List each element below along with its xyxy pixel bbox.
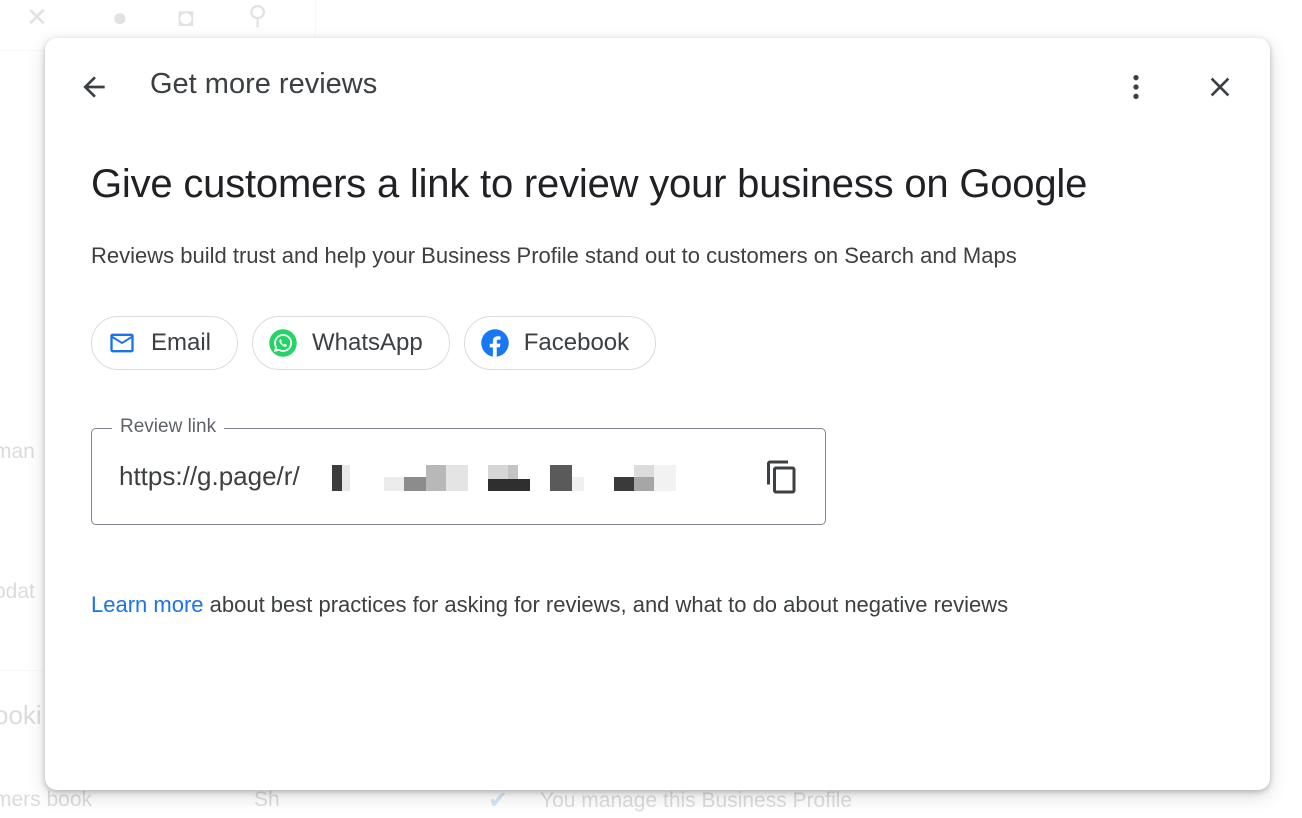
more-vert-icon [1133, 75, 1139, 99]
search-icon: ⚲ [248, 0, 268, 30]
learn-more-text: Learn more about best practices for aski… [91, 592, 1008, 618]
redacted-link-part [332, 465, 682, 491]
whatsapp-icon [267, 327, 299, 359]
background-verified-text: You manage this Business Profile [540, 789, 853, 812]
copy-icon [767, 460, 796, 494]
share-facebook-button[interactable]: Facebook [463, 316, 657, 370]
review-link-label: Review link [112, 416, 225, 438]
share-whatsapp-label: WhatsApp [312, 329, 423, 356]
microphone-icon: ● [112, 2, 128, 32]
share-email-button[interactable]: Email [91, 316, 239, 370]
arrow-back-icon [83, 76, 105, 98]
share-whatsapp-button[interactable]: WhatsApp [252, 316, 450, 370]
dialog-title: Get more reviews [150, 68, 378, 100]
close-icon: ✕ [26, 2, 48, 32]
background-label: Sh [254, 788, 280, 811]
dialog-headline: Give customers a link to review your bus… [91, 162, 1088, 206]
background-label: ooki [0, 700, 42, 730]
share-facebook-label: Facebook [523, 329, 630, 356]
facebook-icon [479, 327, 511, 359]
copy-link-button[interactable] [758, 453, 806, 501]
more-options-button[interactable] [1112, 63, 1160, 111]
email-icon [106, 327, 138, 359]
dialog-subtext: Reviews build trust and help your Busine… [91, 243, 1017, 268]
background-label: man [0, 440, 35, 463]
get-more-reviews-dialog: Get more reviews Give customers a link t… [45, 38, 1270, 790]
review-link-field: Review link [91, 416, 826, 525]
divider [0, 670, 45, 671]
close-icon [1210, 77, 1230, 97]
close-button[interactable] [1196, 63, 1244, 111]
verified-icon: ✔ [488, 787, 509, 814]
camera-icon: ◘ [178, 2, 194, 32]
review-link-input[interactable] [119, 461, 329, 492]
learn-more-link[interactable]: Learn more [91, 592, 204, 617]
back-button[interactable] [70, 63, 118, 111]
share-email-label: Email [151, 329, 212, 356]
learn-more-rest-text: about best practices for asking for revi… [203, 592, 1009, 617]
background-label: mers book [0, 788, 93, 811]
background-label: pdat [0, 580, 35, 603]
dialog-header: Get more reviews [45, 38, 1270, 134]
share-options: Email WhatsApp Facebook [91, 316, 657, 370]
